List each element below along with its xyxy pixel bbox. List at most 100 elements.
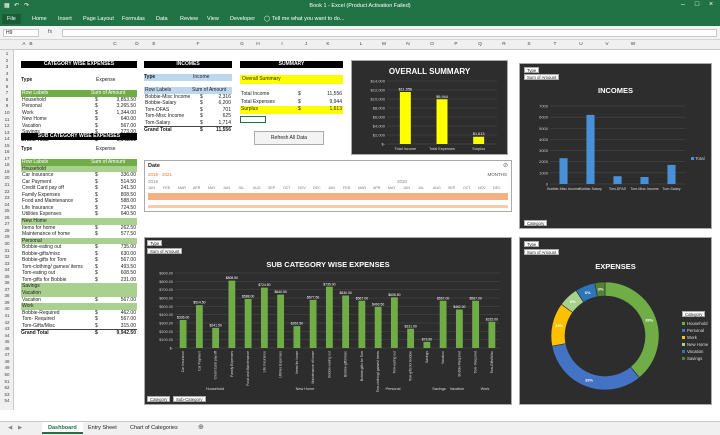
row-header[interactable]: 39 [0,300,14,305]
date-timeline-slicer[interactable]: Date ⊘ 2019 - 2021 MONTHS 2019 2020 JAN F… [144,160,512,212]
timeline-month[interactable]: APR [193,186,200,190]
close-icon[interactable]: × [704,1,718,8]
expenses-chart[interactable]: Type Sum of Amount EXPENSES 39% 33% 13% 6% 6… [519,237,712,405]
column-header[interactable]: H [248,42,268,47]
row-header[interactable]: 34 [0,267,14,272]
timeline-month[interactable]: FEB [343,186,350,190]
column-header[interactable]: U [571,42,591,47]
clear-filter-icon[interactable]: ⊘ [503,162,508,169]
row-header[interactable]: 22 [0,189,14,194]
row-header[interactable]: 16 [0,149,14,154]
fx-icon[interactable]: fx [48,29,52,35]
row-header[interactable]: 20 [0,175,14,180]
row-header[interactable]: 27 [0,221,14,226]
column-header[interactable]: O [422,42,442,47]
row-header[interactable]: 29 [0,234,14,239]
row-header[interactable]: 38 [0,293,14,298]
tab-developer[interactable]: Developer [230,16,255,22]
tab-scroll-right-icon[interactable]: ▶ [12,422,28,434]
overall-summary-chart[interactable]: OVERALL SUMMARY $14,000 $12,000 $10,000 $8,… [351,60,508,155]
row-header[interactable]: 35 [0,274,14,279]
row-header[interactable]: 11 [0,117,14,122]
row-header[interactable]: 41 [0,313,14,318]
timeline-month[interactable]: MAR [358,186,366,190]
timeline-month[interactable]: DEC [493,186,501,190]
column-header[interactable]: R [494,42,514,47]
row-header[interactable]: 46 [0,346,14,351]
incomes-category-button[interactable]: Category [524,220,548,226]
row-header[interactable]: 1 [0,51,14,56]
row-header[interactable]: 23 [0,195,14,200]
column-header[interactable]: C [105,42,125,47]
sheet-tab-entry-sheet[interactable]: Entry Sheet [82,422,123,434]
row-header[interactable]: 49 [0,365,14,370]
row-header[interactable]: 21 [0,182,14,187]
timeline-month[interactable]: JAN [148,186,155,190]
sheet-tab-dashboard[interactable]: Dashboard [42,422,83,434]
subcategory-chart[interactable]: Type Sum of Amount SUB CATEGORY WISE EXP… [144,237,512,405]
row-header[interactable]: 32 [0,254,14,259]
timeline-month[interactable]: FEB [163,186,170,190]
timeline-month[interactable]: NOV [478,186,486,190]
row-header[interactable]: 4 [0,71,14,76]
row-header[interactable]: 44 [0,333,14,338]
tab-file[interactable]: File [2,14,21,24]
row-header[interactable]: 8 [0,97,14,102]
row-header[interactable]: 50 [0,372,14,377]
row-header[interactable]: 13 [0,130,14,135]
row-header[interactable]: 10 [0,110,14,115]
tab-insert[interactable]: Insert [58,16,72,22]
sub-category-button[interactable]: Category [147,396,171,402]
row-header[interactable]: 47 [0,352,14,357]
column-header[interactable]: B [21,42,41,47]
column-header[interactable]: K [318,42,338,47]
column-header[interactable]: N [398,42,418,47]
timeline-month[interactable]: DEC [313,186,321,190]
row-header[interactable]: 2 [0,58,14,63]
column-header[interactable]: M [374,42,394,47]
timeline-month[interactable]: NOV [298,186,306,190]
timeline-scrollbar[interactable] [148,205,508,208]
sheet-tab-chart-of-categories[interactable]: Chart of Categories [124,422,184,434]
row-header[interactable]: 5 [0,77,14,82]
timeline-month[interactable]: JUN [403,186,410,190]
row-header[interactable]: 26 [0,215,14,220]
row-header[interactable]: 51 [0,379,14,384]
timeline-month[interactable]: SEP [448,186,455,190]
expenses-category-button[interactable]: Category [682,311,706,317]
timeline-month[interactable]: APR [373,186,380,190]
tab-view[interactable]: View [207,16,219,22]
timeline-month[interactable]: JUL [238,186,244,190]
timeline-month[interactable]: JAN [328,186,335,190]
column-header[interactable]: L [351,42,371,47]
column-header[interactable]: J [296,42,316,47]
row-header[interactable]: 30 [0,241,14,246]
row-header[interactable]: 14 [0,136,14,141]
row-header[interactable]: 24 [0,202,14,207]
row-header[interactable]: 19 [0,169,14,174]
row-header[interactable]: 6 [0,84,14,89]
timeline-month[interactable]: AUG [253,186,261,190]
row-header[interactable]: 9 [0,103,14,108]
row-header[interactable]: 53 [0,392,14,397]
column-header[interactable]: I [272,42,292,47]
tab-review[interactable]: Review [180,16,198,22]
maximize-icon[interactable]: □ [690,1,704,8]
timeline-month[interactable]: SEP [268,186,275,190]
row-header[interactable]: 37 [0,287,14,292]
timeline-month[interactable]: MAR [178,186,186,190]
row-header[interactable]: 28 [0,228,14,233]
row-header[interactable]: 43 [0,326,14,331]
timeline-level-select[interactable]: MONTHS [488,172,508,177]
timeline-month[interactable]: MAY [388,186,396,190]
row-header[interactable]: 54 [0,398,14,403]
tell-me-search[interactable]: Tell me what you want to do... [272,16,344,22]
timeline-month[interactable]: AUG [433,186,441,190]
column-header[interactable]: P [446,42,466,47]
row-header[interactable]: 42 [0,320,14,325]
timeline-month[interactable]: JUL [418,186,424,190]
row-header[interactable]: 3 [0,64,14,69]
row-header[interactable]: 48 [0,359,14,364]
formula-input[interactable] [62,29,717,37]
timeline-month[interactable]: OCT [463,186,471,190]
